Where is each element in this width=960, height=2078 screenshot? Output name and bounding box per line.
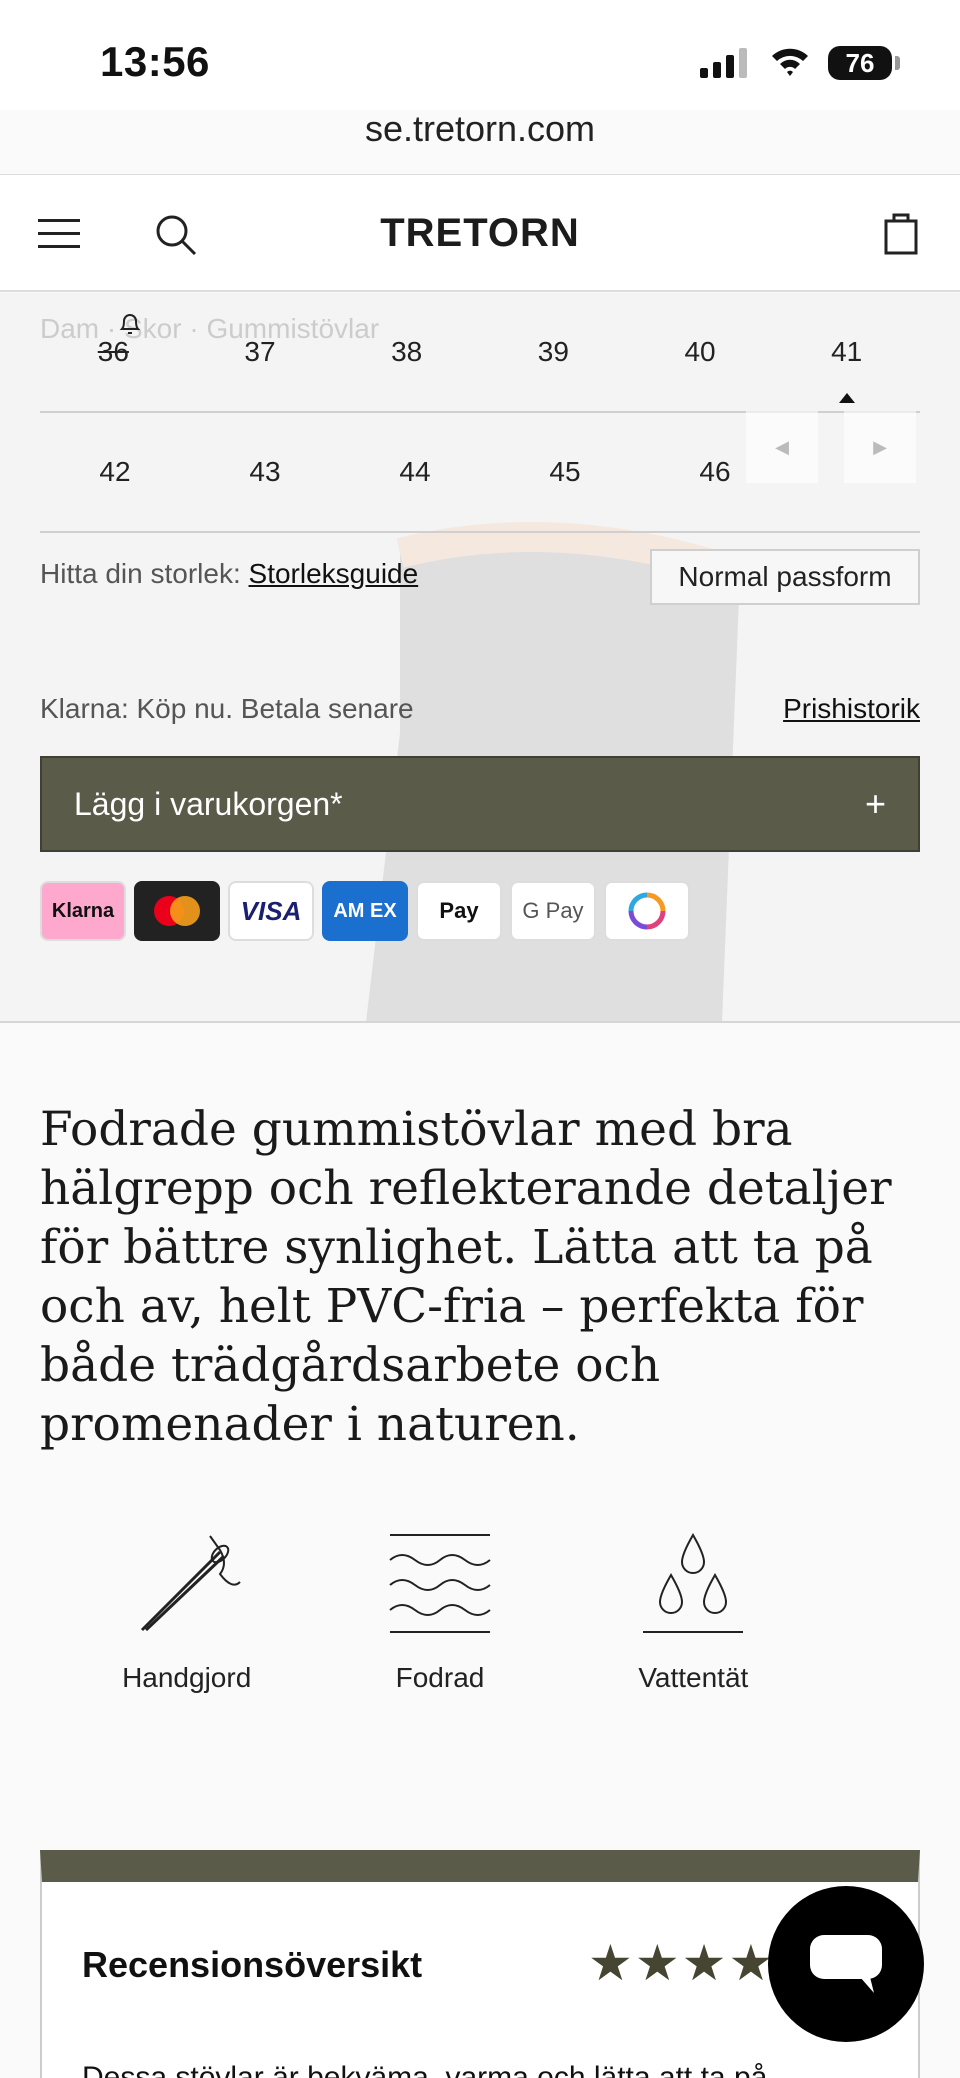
size-option[interactable]: 40 bbox=[627, 293, 774, 411]
size-guide-link[interactable]: Storleksguide bbox=[249, 558, 419, 589]
swish-logo bbox=[604, 881, 690, 941]
size-option[interactable]: 45 bbox=[490, 413, 640, 531]
shopping-bag-icon[interactable] bbox=[884, 211, 918, 255]
add-to-cart-label: Lägg i varukorgen* bbox=[74, 785, 343, 822]
battery-indicator: 76 bbox=[828, 46, 900, 80]
bell-notify-icon[interactable] bbox=[118, 311, 142, 337]
review-text: Dessa stövlar är bekväma, varma och lätt… bbox=[82, 2061, 768, 2078]
product-description: Fodrade gummistövlar med bra hälgrepp oc… bbox=[40, 1102, 892, 1452]
feature-label: Fodrad bbox=[395, 1662, 485, 1693]
needle-icon bbox=[140, 1535, 241, 1632]
chat-button[interactable] bbox=[768, 1886, 924, 2042]
size-option[interactable]: 39 bbox=[480, 293, 627, 411]
section-divider bbox=[0, 1021, 960, 1023]
wifi-icon bbox=[772, 48, 808, 76]
hamburger-menu-icon[interactable] bbox=[38, 219, 80, 249]
feature-handmade: Handgjord bbox=[60, 1530, 313, 1694]
chat-bubble-icon bbox=[810, 1935, 882, 1993]
amex-logo: AM EX bbox=[322, 881, 408, 941]
size-selector-row: 36 37 38 39 40 41 bbox=[40, 293, 920, 413]
fit-badge: Normal passform bbox=[650, 549, 920, 605]
size-option[interactable]: 37 bbox=[187, 293, 334, 411]
carousel-next-button[interactable]: ▶ bbox=[844, 411, 916, 483]
brand-logo[interactable]: TRETORN bbox=[380, 211, 580, 256]
feature-waterproof: Vattentät bbox=[567, 1530, 820, 1694]
review-title: Recensionsöversikt bbox=[82, 1944, 423, 1985]
water-drops-icon bbox=[643, 1533, 744, 1633]
size-help-label: Hitta din storlek: bbox=[40, 558, 241, 589]
apple-pay-logo: Pay bbox=[416, 881, 502, 941]
plus-icon: + bbox=[864, 783, 886, 824]
product-purchase-area: Dam · Skor · Gummistövlar 36 37 38 39 40… bbox=[0, 293, 960, 1021]
add-to-cart-button[interactable]: Lägg i varukorgen* + bbox=[40, 756, 920, 852]
selected-size-indicator bbox=[838, 393, 855, 403]
size-option[interactable]: 44 bbox=[340, 413, 490, 531]
waves-icon bbox=[389, 1534, 491, 1633]
feature-label: Vattentät bbox=[638, 1662, 749, 1693]
cellular-signal-icon bbox=[700, 48, 747, 78]
klarna-logo: Klarna bbox=[40, 881, 126, 941]
size-option[interactable]: 42 bbox=[40, 413, 190, 531]
size-option-selected[interactable]: 41 bbox=[773, 293, 920, 411]
size-help: Hitta din storlek: Storleksguide bbox=[40, 558, 418, 590]
size-option[interactable]: 38 bbox=[333, 293, 480, 411]
klarna-info: Klarna: Köp nu. Betala senare bbox=[40, 693, 414, 724]
price-history-link[interactable]: Prishistorik bbox=[783, 693, 920, 725]
carousel-prev-button[interactable]: ◀ bbox=[746, 411, 818, 483]
site-header: TRETORN bbox=[0, 174, 960, 292]
feature-lined: Fodrad bbox=[313, 1530, 566, 1694]
mastercard-logo bbox=[134, 881, 220, 941]
payment-methods: Klarna VISA AM EX Pay G Pay bbox=[40, 881, 690, 941]
google-pay-logo: G Pay bbox=[510, 881, 596, 941]
feature-label: Handgjord bbox=[122, 1662, 252, 1693]
size-option[interactable]: 36 bbox=[40, 293, 187, 411]
status-time: 13:56 bbox=[100, 38, 210, 85]
browser-url[interactable]: se.tretorn.com bbox=[0, 108, 960, 150]
search-icon[interactable] bbox=[154, 213, 198, 257]
visa-logo: VISA bbox=[228, 881, 314, 941]
status-bar: 13:56 76 bbox=[0, 0, 960, 110]
size-option[interactable]: 43 bbox=[190, 413, 340, 531]
feature-icons: Handgjord Fodrad Vattentät bbox=[60, 1530, 820, 1694]
